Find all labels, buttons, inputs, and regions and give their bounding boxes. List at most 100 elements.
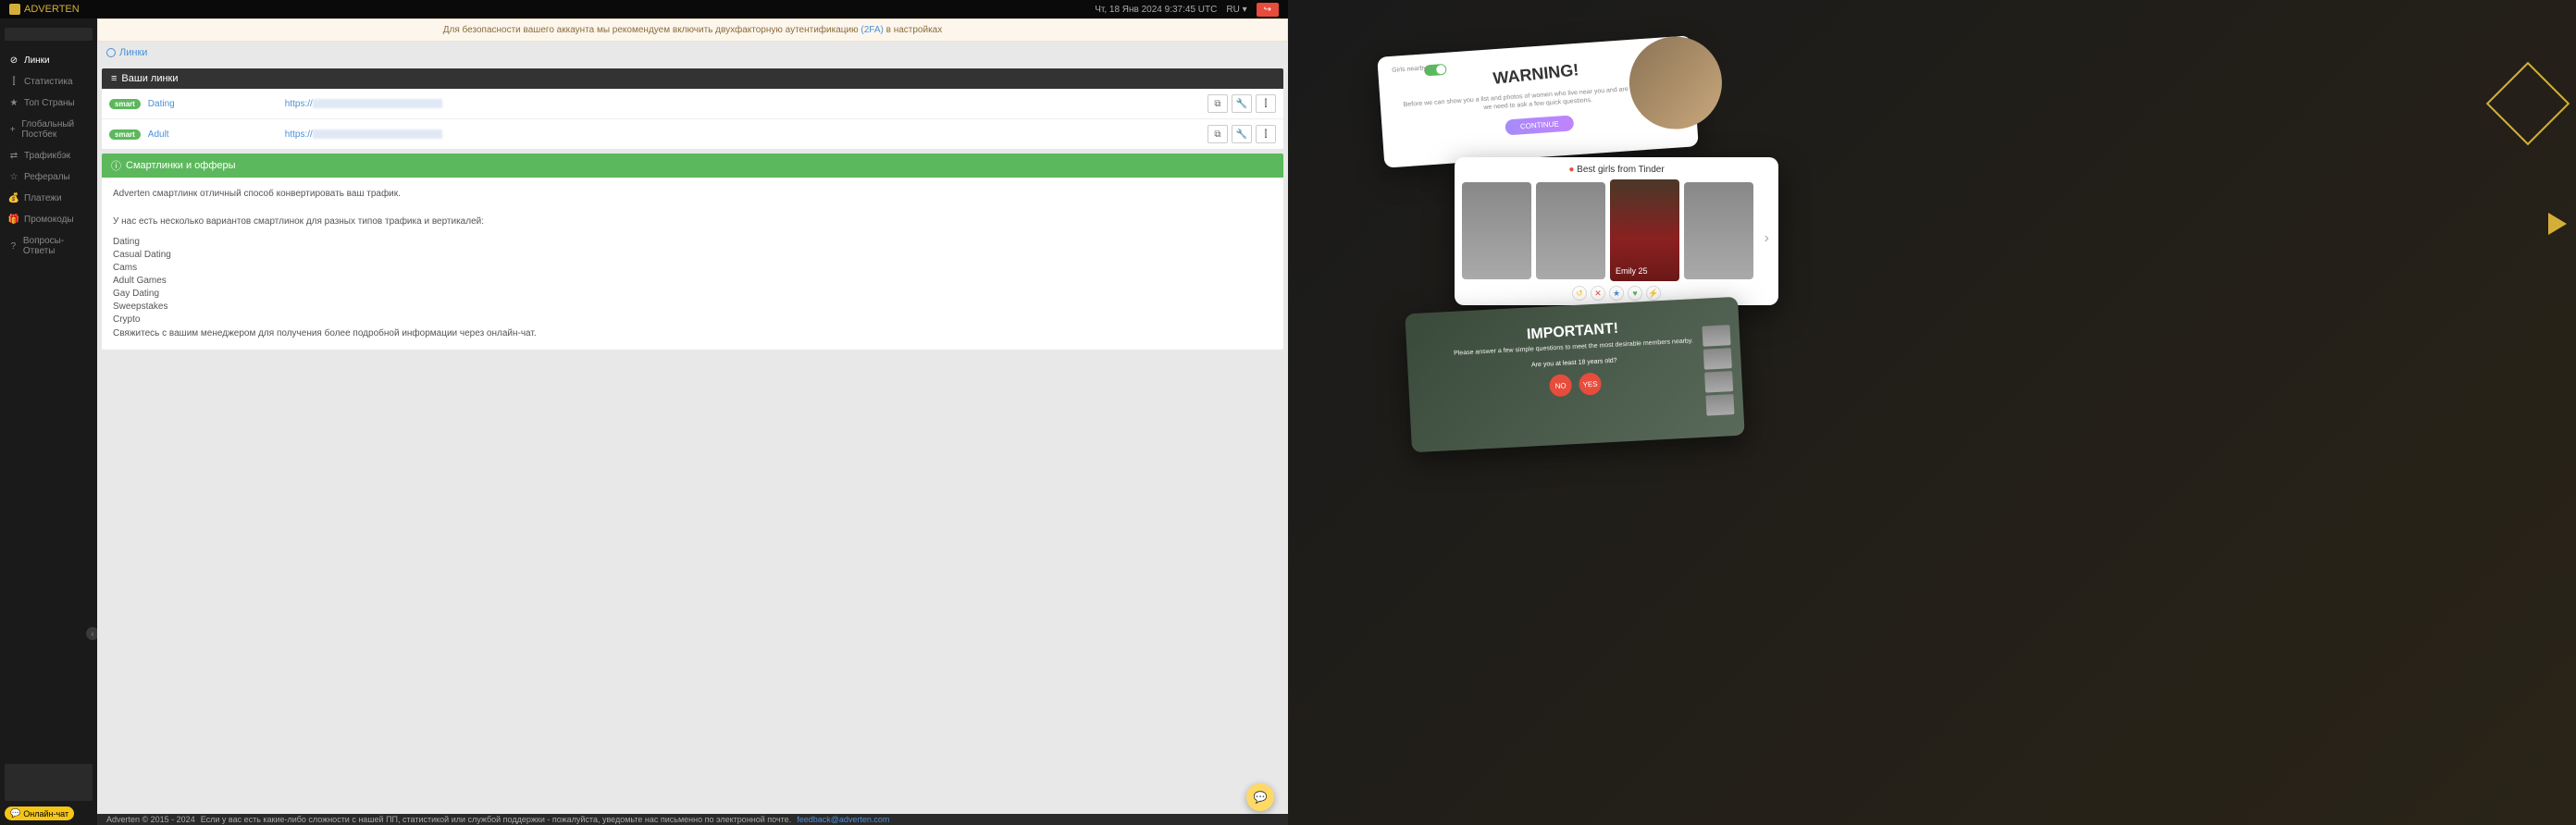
money-icon: 💰 [9,194,19,203]
mini-thumb[interactable] [1702,325,1730,347]
vertical-item: Casual Dating [113,249,1272,262]
sidebar-item-payments[interactable]: 💰 Платежи [0,188,97,209]
fire-icon: ● [1568,165,1574,175]
star-outline-icon: ☆ [9,173,19,182]
rewind-button[interactable]: ↺ [1572,286,1587,301]
stats-icon: ⫿ [9,78,19,87]
wrench-icon: 🔧 [1236,99,1247,109]
sidebar-item-postback[interactable]: + Глобальный Постбек [0,114,97,145]
chart-icon: ⫿ [1264,129,1267,140]
sidebar: ⊘ Линки ⫿ Статистика ★ Топ Страны + Глоб… [0,18,97,825]
info-icon: ⓘ [111,158,121,173]
link-row: smart Dating https:// ⧉ 🔧 ⫿ [102,89,1283,119]
nope-button[interactable]: ✕ [1591,286,1605,301]
sidebar-info-block [5,764,93,801]
link-url[interactable]: https:// [285,99,442,109]
mini-thumb[interactable] [1705,394,1734,416]
vertical-item: Cams [113,262,1272,275]
smart-badge: smart [109,129,141,140]
security-alert: Для безопасности вашего аккаунта мы реко… [97,18,1288,42]
offers-contact: Свяжитесь с вашим менеджером для получен… [113,326,1272,340]
no-button[interactable]: NO [1549,374,1572,397]
gift-icon: 🎁 [9,215,19,225]
mini-thumb[interactable] [1704,371,1733,393]
sidebar-item-countries[interactable]: ★ Топ Страны [0,92,97,114]
copy-button[interactable]: ⧉ [1208,125,1228,143]
footer: Adverten © 2015 - 2024 Если у вас есть к… [97,814,1288,825]
stats-button[interactable]: ⫿ [1256,94,1276,113]
sidebar-item-label: Платежи [24,193,62,203]
smart-badge: smart [109,99,141,109]
sidebar-item-links[interactable]: ⊘ Линки [0,50,97,71]
link-name[interactable]: Dating [148,99,278,109]
vertical-item: Gay Dating [113,288,1272,301]
next-arrow[interactable]: › [1765,230,1769,247]
plus-icon: + [9,125,16,134]
logo-text: ADVERTEN [24,4,80,15]
links-panel-header: ≡ Ваши линки [102,68,1283,89]
logout-icon: ↪ [1264,5,1271,15]
sidebar-user-block[interactable] [5,28,93,41]
like-button[interactable]: ♥ [1628,286,1642,301]
link-url[interactable]: https:// [285,129,442,140]
profile-thumb[interactable] [1462,182,1531,279]
logo-icon [9,4,20,15]
link-row: smart Adult https:// ⧉ 🔧 ⫿ [102,119,1283,149]
sidebar-item-faq[interactable]: ? Вопросы-Ответы [0,230,97,262]
list-icon: ≡ [111,73,117,84]
footer-email-link[interactable]: feedback@adverten.com [797,815,889,824]
link-name[interactable]: Adult [148,129,278,140]
stats-button[interactable]: ⫿ [1256,125,1276,143]
verticals-list: Dating Casual Dating Cams Adult Games Ga… [113,236,1272,326]
sidebar-item-label: Глобальный Постбек [21,119,88,140]
sidebar-item-label: Промокоды [24,215,74,225]
footer-copyright: Adverten © 2015 - 2024 [106,815,195,824]
profile-thumb[interactable] [1536,182,1605,279]
offers-intro: Adverten смартлинк отличный способ конве… [113,187,1272,201]
mini-thumb[interactable] [1703,348,1732,370]
star-icon: ★ [9,99,19,108]
profile-thumb[interactable] [1684,182,1753,279]
logo[interactable]: ADVERTEN [9,4,80,15]
sidebar-item-label: Линки [24,55,50,66]
sidebar-item-trafficback[interactable]: ⇄ Трафикбэк [0,145,97,166]
sidebar-item-referrals[interactable]: ☆ Рефералы [0,166,97,188]
logout-button[interactable]: ↪ [1257,3,1279,17]
chat-bubble-button[interactable]: 💬 [1246,783,1274,811]
sidebar-item-stats[interactable]: ⫿ Статистика [0,71,97,92]
sidebar-item-promo[interactable]: 🎁 Промокоды [0,209,97,230]
sidebar-item-label: Статистика [24,77,73,87]
settings-button[interactable]: 🔧 [1232,125,1252,143]
app-header: ADVERTEN Чт, 18 Янв 2024 9:37:45 UTC RU … [0,0,1288,18]
chart-icon: ⫿ [1264,99,1267,109]
main-content: Для безопасности вашего аккаунта мы реко… [97,18,1288,814]
sidebar-item-label: Вопросы-Ответы [23,236,88,256]
copy-button[interactable]: ⧉ [1208,94,1228,113]
question-icon: ? [9,241,18,251]
settings-button[interactable]: 🔧 [1232,94,1252,113]
card2-title: ● Best girls from Tinder [1462,165,1771,175]
links-panel: ≡ Ваши линки smart Dating https:// ⧉ 🔧 ⫿… [102,68,1283,149]
copy-icon: ⧉ [1214,99,1220,109]
chat-icon: 💬 [10,808,20,819]
chat-bubble-icon: 💬 [1254,791,1268,804]
header-datetime: Чт, 18 Янв 2024 9:37:45 UTC [1095,5,1217,15]
preview-card-warning: Girls nearby WARNING! Before we can show… [1377,35,1699,167]
sidebar-item-label: Рефералы [24,172,70,182]
online-chat-button[interactable]: 💬 Онлайн-чат [5,807,74,820]
offers-panel-header: ⓘ Смартлинки и офферы [102,154,1283,178]
breadcrumb-icon [106,48,116,57]
alert-2fa-link[interactable]: (2FA) [861,25,883,35]
footer-text: Если у вас есть какие-либо сложности с н… [201,815,791,824]
breadcrumb-label: Линки [119,47,147,58]
language-selector[interactable]: RU ▾ [1226,5,1246,15]
profile-main[interactable]: Emily 25 [1610,179,1679,281]
superlike-button[interactable]: ★ [1609,286,1624,301]
yes-button[interactable]: YES [1579,373,1602,396]
sidebar-item-label: Топ Страны [24,98,75,108]
vertical-item: Adult Games [113,275,1272,288]
vertical-item: Dating [113,236,1272,249]
boost-button[interactable]: ⚡ [1646,286,1661,301]
profile-name: Emily [1616,266,1636,276]
continue-button[interactable]: CONTINUE [1505,116,1574,136]
